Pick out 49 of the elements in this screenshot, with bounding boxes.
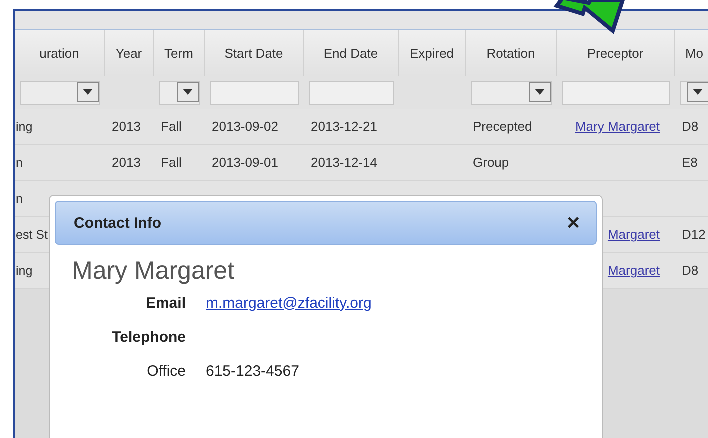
- table-cell: 2013-12-14: [311, 155, 378, 170]
- table-cell: 2013-09-02: [212, 119, 278, 134]
- caret-icon: [183, 88, 193, 94]
- table-cell: 2013-09-01: [212, 155, 278, 170]
- arrow-icon: [553, 0, 627, 34]
- table-cell: n: [16, 156, 23, 170]
- filter-field[interactable]: [210, 80, 299, 104]
- caret-icon: [693, 88, 703, 94]
- table-cell: 2013: [112, 119, 141, 134]
- table-cell: D12: [682, 227, 706, 242]
- field-label: Email: [144, 294, 186, 312]
- caret-icon: [535, 88, 545, 94]
- table-cell: E8: [682, 155, 698, 170]
- column-header[interactable]: Mo: [675, 30, 708, 76]
- table-cell: n: [16, 192, 23, 206]
- close-button[interactable]: ×: [563, 212, 584, 234]
- email-link[interactable]: m.margaret@zfacility.org: [206, 294, 372, 312]
- table-cell: ing: [16, 120, 33, 134]
- column-header[interactable]: Year: [105, 30, 154, 76]
- column-header[interactable]: End Date: [304, 30, 399, 76]
- table-cell: Precepted: [473, 119, 532, 134]
- field-value: 615-123-4567: [206, 362, 300, 380]
- table-cell: D8: [682, 263, 699, 278]
- table-cell: est St: [16, 228, 48, 242]
- field-label: Office: [146, 362, 186, 380]
- column-header[interactable]: Term: [154, 30, 205, 76]
- table-cell: D8: [682, 119, 699, 134]
- table-cell: 2013-12-21: [311, 119, 378, 134]
- column-header[interactable]: uration: [15, 30, 105, 76]
- filter-dropdown[interactable]: [159, 80, 200, 104]
- preceptor-link[interactable]: Margaret: [608, 263, 660, 278]
- table-cell: ing: [16, 264, 33, 278]
- preceptor-link[interactable]: Margaret: [608, 227, 660, 242]
- dialog-title: Contact Info: [74, 214, 162, 232]
- column-header[interactable]: Start Date: [205, 30, 304, 76]
- preceptor-link[interactable]: Mary Margaret: [575, 119, 660, 134]
- contact-name: Mary Margaret: [72, 257, 236, 286]
- caret-icon: [83, 88, 93, 94]
- table-cell: Fall: [161, 119, 182, 134]
- filter-dropdown[interactable]: [680, 80, 708, 104]
- column-header[interactable]: Rotation: [466, 30, 557, 76]
- column-header[interactable]: Preceptor: [557, 30, 675, 76]
- column-header[interactable]: Expired: [399, 30, 466, 76]
- field-label: Telephone: [111, 328, 186, 346]
- table-cell: Group: [473, 155, 510, 170]
- filter-field[interactable]: [309, 80, 394, 104]
- table-cell: Fall: [161, 155, 182, 170]
- filter-field[interactable]: [562, 80, 670, 104]
- table-cell: 2013: [112, 155, 141, 170]
